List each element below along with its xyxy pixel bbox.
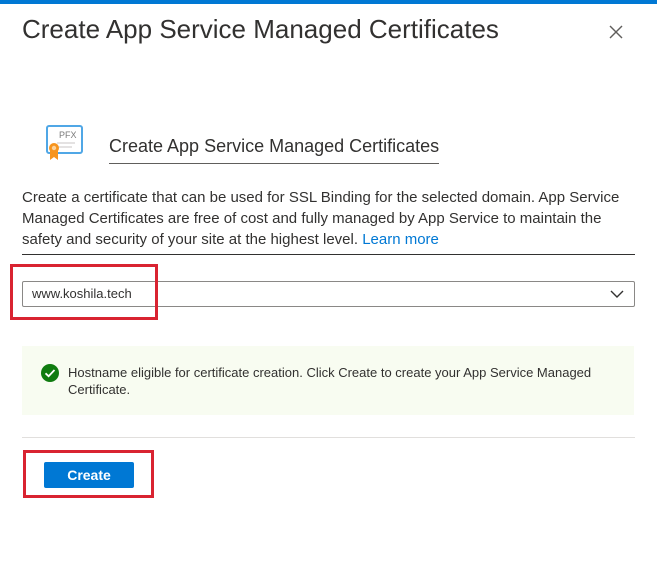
chevron-down-icon xyxy=(610,290,624,298)
eligibility-message-bar: Hostname eligible for certificate creati… xyxy=(22,346,634,415)
footer-divider xyxy=(22,437,635,438)
pfx-certificate-icon: PFX xyxy=(46,125,83,160)
section-description: Create a certificate that can be used fo… xyxy=(22,187,634,250)
learn-more-link[interactable]: Learn more xyxy=(362,231,439,248)
success-check-icon xyxy=(41,364,59,382)
section-title: Create App Service Managed Certificates xyxy=(109,134,440,164)
description-divider xyxy=(22,254,635,255)
certificate-panel: Create App Service Managed Certificates … xyxy=(0,0,657,561)
eligibility-message-text: Hostname eligible for certificate creati… xyxy=(68,365,592,397)
close-button[interactable] xyxy=(604,20,628,44)
panel-title: Create App Service Managed Certificates xyxy=(22,14,499,44)
panel-top-accent xyxy=(0,0,657,4)
description-text: Create a certificate that can be used fo… xyxy=(22,189,620,248)
annotation-highlight-domain xyxy=(10,264,158,320)
close-icon xyxy=(609,25,623,39)
annotation-highlight-create xyxy=(23,450,154,498)
pfx-icon-label: PFX xyxy=(59,130,77,140)
